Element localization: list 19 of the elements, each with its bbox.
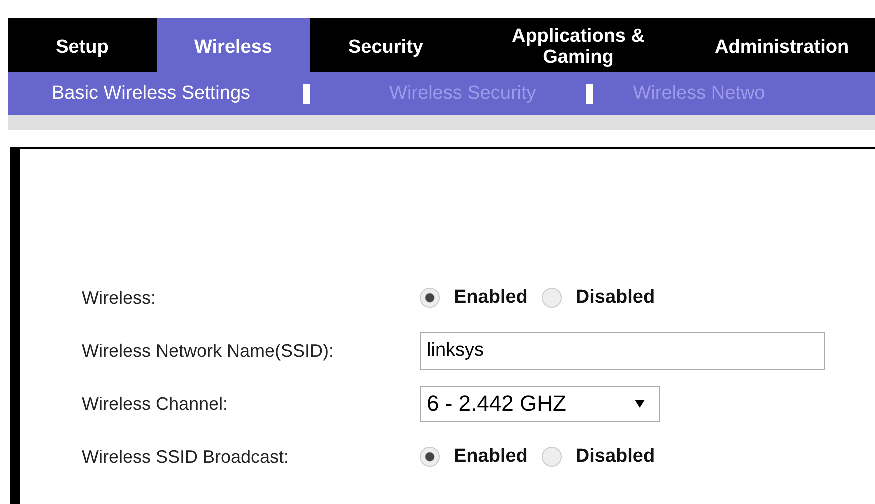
channel-dropdown[interactable]: 6 - 2.442 GHZ — [420, 386, 660, 422]
radio-label: Disabled — [576, 287, 656, 309]
setting-label: Wireless Network Name(SSID): — [82, 340, 336, 362]
radio-label: Enabled — [454, 446, 528, 468]
radio-button[interactable] — [420, 447, 440, 467]
dropdown-caret-icon — [635, 400, 645, 408]
ssid-input-field[interactable]: linksys — [420, 332, 825, 370]
tab-separator — [586, 84, 594, 104]
setting-label: Wireless: — [82, 288, 158, 308]
radio-label: Disabled — [576, 446, 656, 468]
radio-button[interactable] — [420, 288, 440, 308]
tab-separator — [302, 84, 310, 104]
setting-label: Wireless SSID Broadcast: — [82, 446, 290, 468]
radio-button[interactable] — [542, 288, 562, 308]
nav-tab[interactable]: Wireless — [157, 18, 310, 72]
radio-label: Enabled — [454, 287, 528, 309]
setting-label: Wireless Channel: — [82, 394, 230, 414]
subnav-tab[interactable]: Basic Wireless Settings — [52, 82, 251, 104]
radio-button[interactable] — [542, 447, 562, 467]
